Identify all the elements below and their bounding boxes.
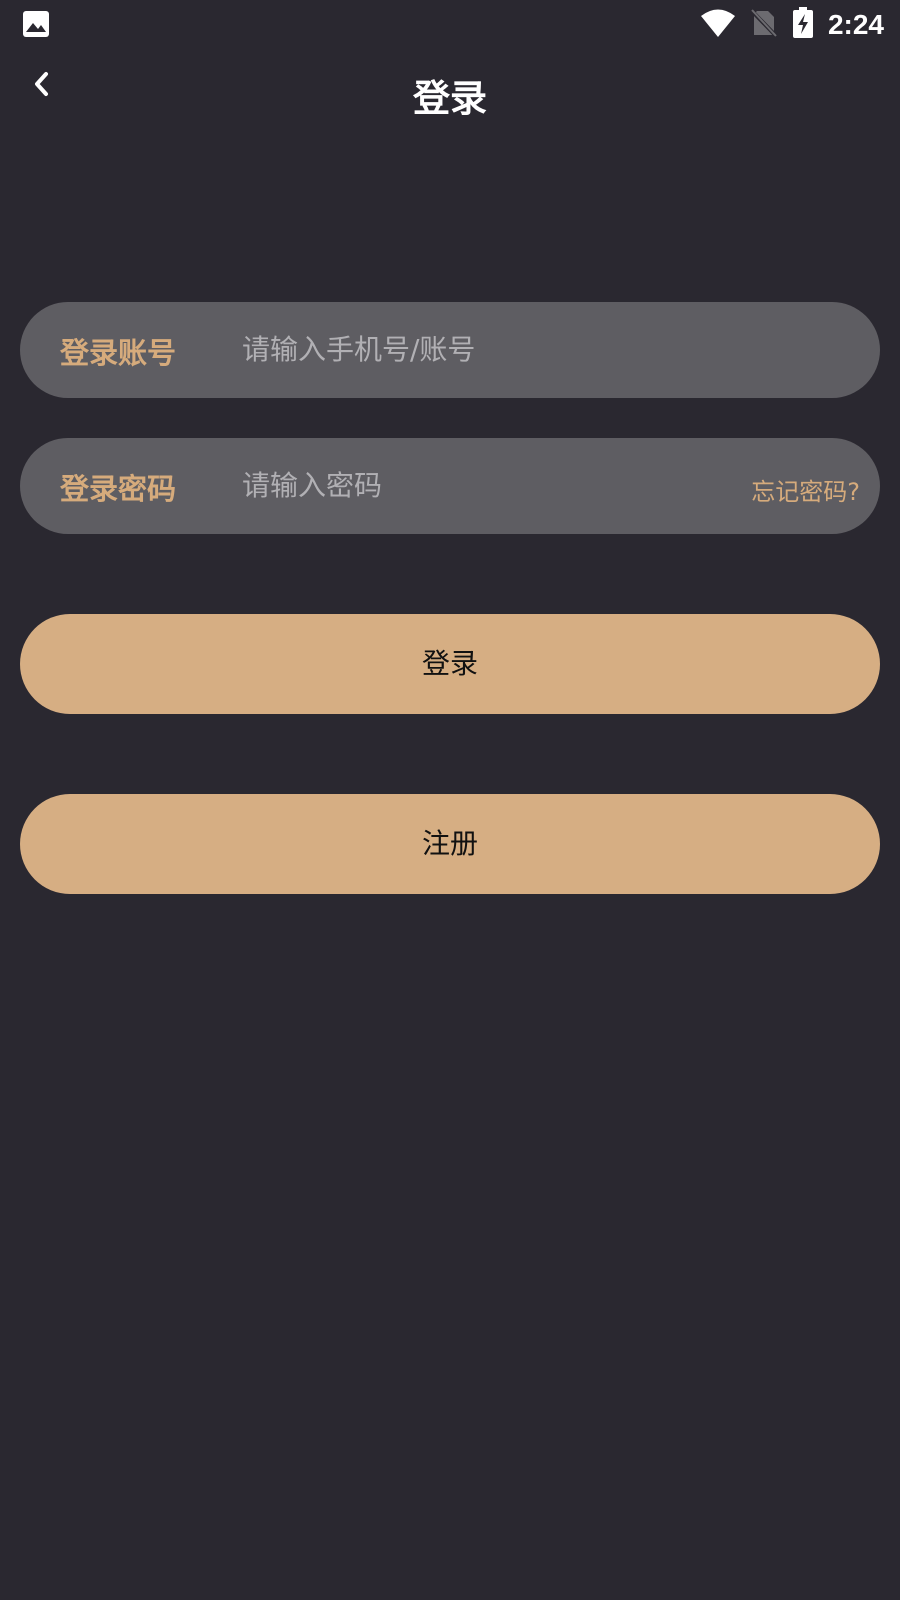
password-input[interactable] bbox=[240, 460, 704, 510]
status-bar: 2:24 bbox=[0, 0, 900, 50]
account-label: 登录账号 bbox=[60, 336, 177, 370]
forgot-password-link[interactable]: 忘记密码? bbox=[751, 472, 860, 507]
page-title: 登录 bbox=[413, 77, 487, 120]
wifi-icon bbox=[700, 8, 736, 42]
password-label: 登录密码 bbox=[60, 472, 177, 506]
image-icon bbox=[22, 10, 50, 38]
password-field[interactable]: 登录密码 忘记密码? bbox=[20, 438, 880, 534]
status-time: 2:24 bbox=[827, 9, 884, 40]
app-header: 登录 bbox=[0, 60, 900, 132]
account-field[interactable]: 登录账号 bbox=[20, 302, 880, 398]
register-button[interactable]: 注册 bbox=[20, 794, 880, 894]
account-input[interactable] bbox=[240, 324, 704, 374]
battery-charging-icon bbox=[792, 7, 814, 43]
no-sim-icon bbox=[749, 8, 779, 42]
login-button[interactable]: 登录 bbox=[20, 614, 880, 714]
status-icons: 2:24 bbox=[700, 6, 884, 44]
